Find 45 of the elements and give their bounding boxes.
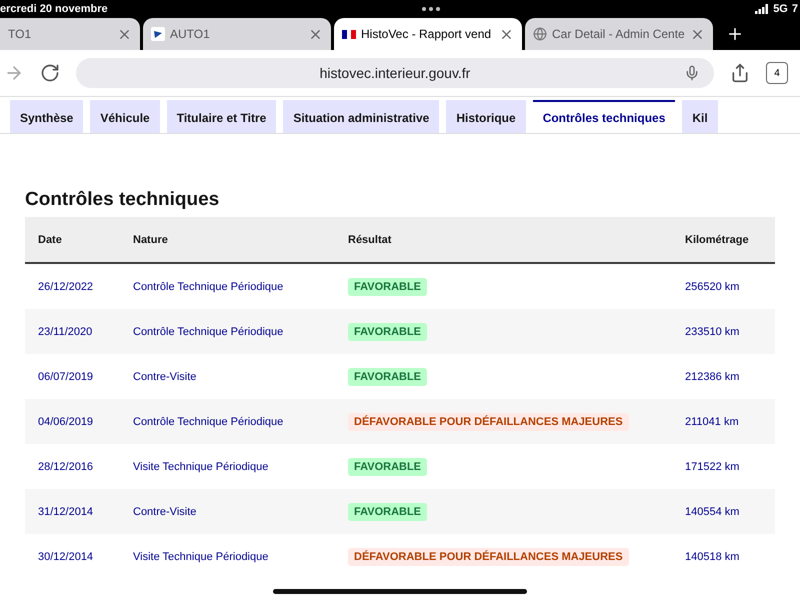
mileage-cell: 140554 km: [672, 489, 775, 534]
column-header: Résultat: [335, 217, 672, 264]
network-label: 5G: [773, 3, 788, 15]
result-badge: DÉFAVORABLE POUR DÉFAILLANCES MAJEURES: [348, 412, 629, 430]
result-badge: DÉFAVORABLE POUR DÉFAILLANCES MAJEURES: [348, 548, 629, 566]
mileage-cell: 233510 km: [672, 309, 775, 354]
browser-tab[interactable]: TO1: [0, 18, 140, 50]
microphone-icon[interactable]: [684, 65, 700, 81]
more-icon: [422, 7, 440, 11]
nature-cell: Contrôle Technique Périodique: [120, 309, 335, 354]
browser-tab[interactable]: Car Detail - Admin Cente: [525, 18, 713, 50]
date-cell: 04/06/2019: [25, 399, 120, 444]
page-tab[interactable]: Synthèse: [10, 100, 84, 133]
result-badge: FAVORABLE: [348, 368, 428, 386]
signal-icon: [755, 4, 770, 14]
page-tab[interactable]: Véhicule: [90, 100, 160, 133]
reload-icon[interactable]: [40, 63, 60, 83]
share-icon[interactable]: [730, 63, 750, 83]
address-field[interactable]: histovec.interieur.gouv.fr: [76, 58, 714, 88]
result-badge: FAVORABLE: [348, 278, 428, 296]
section-title: Contrôles techniques: [25, 189, 220, 211]
flag-icon: [342, 30, 356, 38]
status-text: 7: [792, 3, 798, 15]
column-header: Nature: [120, 217, 335, 264]
tab-count[interactable]: 4: [766, 62, 788, 84]
result-badge: FAVORABLE: [348, 502, 428, 520]
globe-icon: [533, 27, 547, 41]
page-tab[interactable]: Historique: [446, 100, 526, 133]
date-cell: 23/11/2020: [25, 309, 120, 354]
status-date: ercredi 20 novembre: [0, 3, 108, 15]
date-cell: 31/12/2014: [25, 489, 120, 534]
logo-icon: [151, 27, 165, 41]
column-header: Kilométrage: [672, 217, 775, 264]
nature-cell: Contre-Visite: [120, 489, 335, 534]
result-badge: FAVORABLE: [348, 458, 428, 476]
page-tab[interactable]: Titulaire et Titre: [166, 100, 276, 133]
page-tab[interactable]: Kil: [682, 100, 718, 133]
mileage-cell: 211041 km: [672, 399, 775, 444]
nature-cell: Contrôle Technique Périodique: [120, 399, 335, 444]
page-tab[interactable]: Situation administrative: [283, 100, 440, 133]
new-tab-icon[interactable]: [726, 25, 744, 43]
browser-tab[interactable]: HistoVec - Rapport vend: [334, 18, 522, 50]
result-badge: FAVORABLE: [348, 322, 428, 340]
column-header: Date: [25, 217, 120, 264]
browser-tab[interactable]: AUTO1: [143, 18, 331, 50]
